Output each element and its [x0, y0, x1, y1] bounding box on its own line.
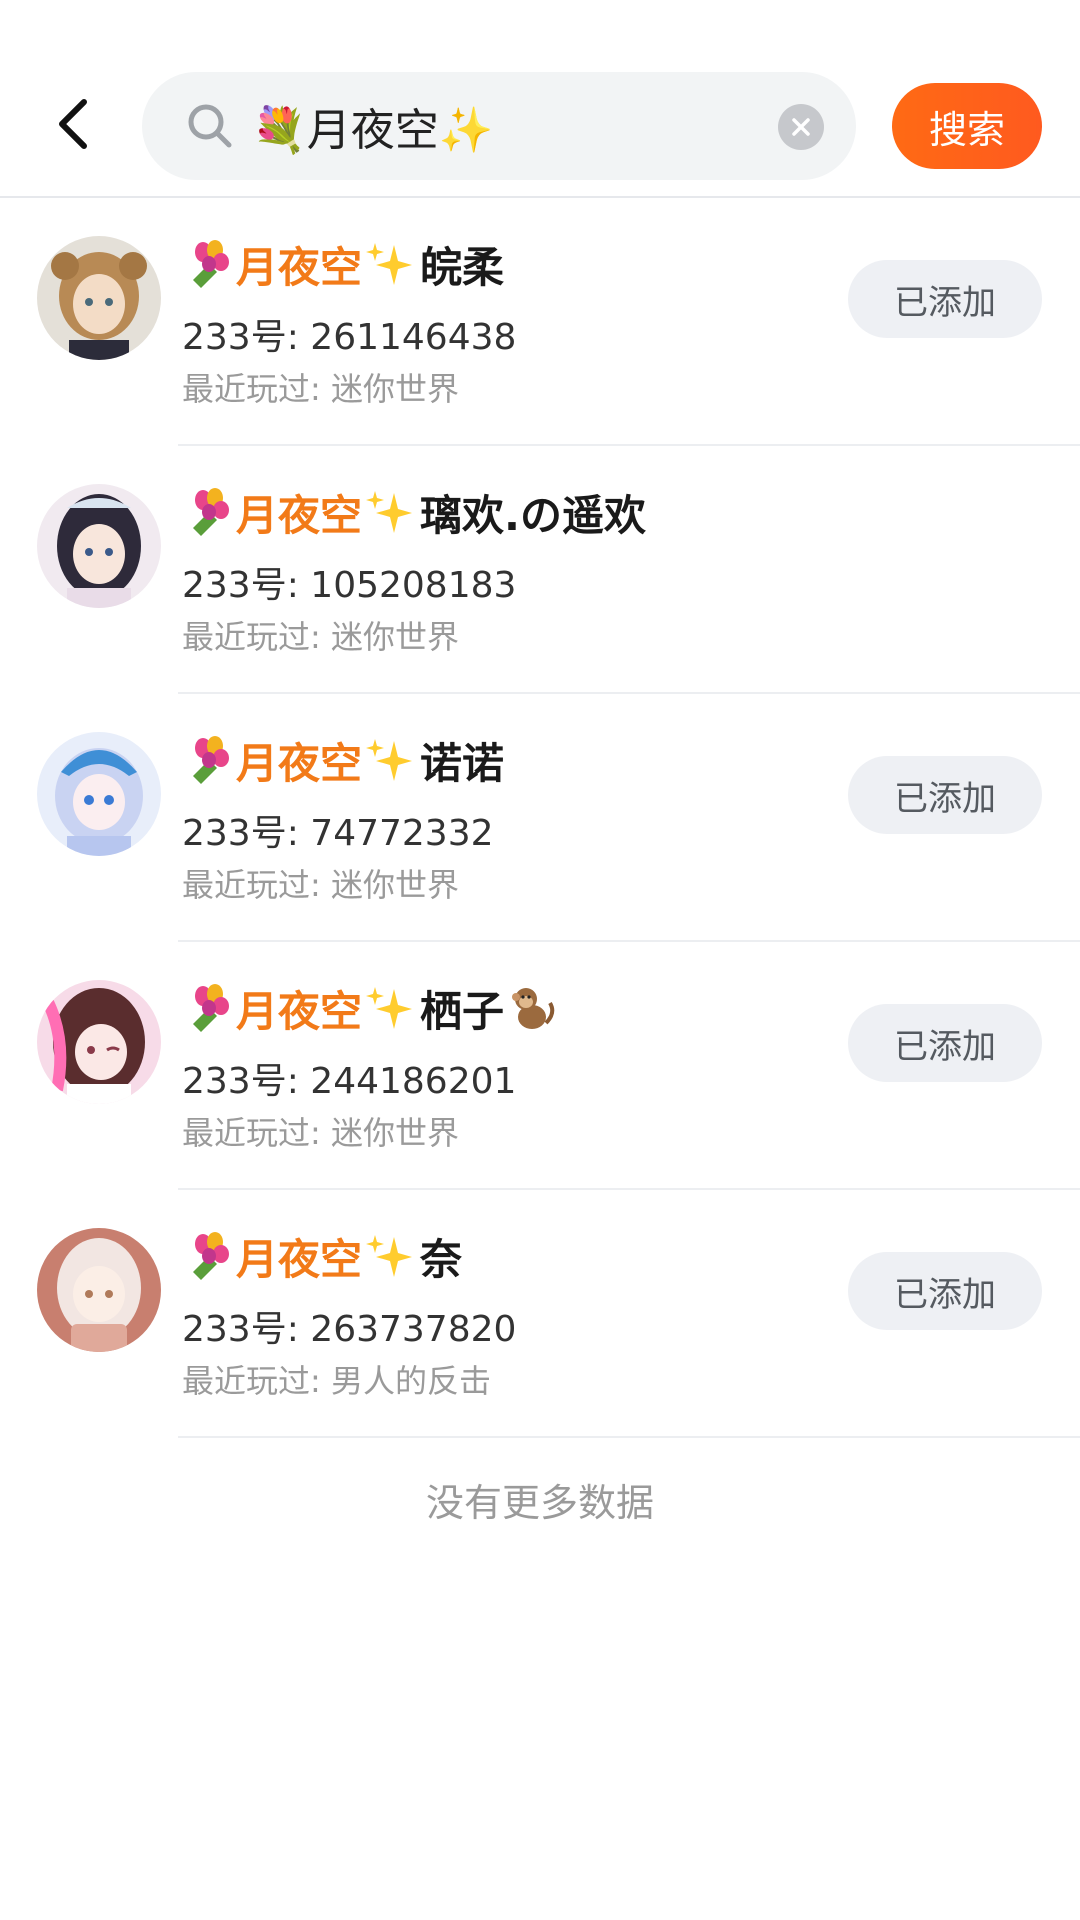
clear-search-button[interactable]	[778, 104, 824, 150]
user-name: 月夜空 皖柔	[182, 234, 504, 294]
user-name-rest: 栖子	[420, 986, 505, 1036]
user-id: 233号: 263737820	[182, 1309, 517, 1350]
added-button[interactable]: 已添加	[848, 260, 1042, 338]
sparkles-icon	[362, 237, 416, 291]
keyword-highlight: 月夜空	[236, 1234, 363, 1284]
user-id: 233号: 105208183	[182, 565, 517, 606]
search-box[interactable]	[142, 72, 856, 180]
search-header: 搜索	[0, 0, 1080, 198]
no-more-data-text: 没有更多数据	[425, 1481, 654, 1525]
recently-played: 最近玩过: 迷你世界	[182, 370, 459, 408]
avatar[interactable]	[37, 1228, 161, 1352]
user-name-rest: 诺诺	[420, 738, 505, 788]
sparkles-icon	[362, 485, 416, 539]
chevron-left-icon	[59, 99, 87, 149]
recently-played: 最近玩过: 迷你世界	[182, 1114, 459, 1152]
avatar[interactable]	[37, 980, 161, 1104]
user-name: 月夜空 诺诺	[182, 730, 504, 790]
list-item[interactable]: 月夜空 皖柔 233号: 261146438 最近玩过: 迷你世界 已添加	[0, 198, 1080, 446]
sparkles-icon	[362, 981, 416, 1035]
keyword-highlight: 月夜空	[236, 242, 363, 292]
recently-played: 最近玩过: 迷你世界	[182, 866, 459, 904]
avatar[interactable]	[37, 484, 161, 608]
user-id: 233号: 261146438	[182, 317, 517, 358]
user-id: 233号: 244186201	[182, 1061, 517, 1102]
search-button[interactable]: 搜索	[892, 83, 1042, 169]
keyword-highlight: 月夜空	[236, 490, 363, 540]
list-item[interactable]: 月夜空 奈 233号: 263737820 最近玩过: 男人的反击 已添加	[0, 1190, 1080, 1438]
avatar[interactable]	[37, 236, 161, 360]
added-button[interactable]: 已添加	[848, 756, 1042, 834]
user-name-rest: 璃欢.の遥欢	[420, 490, 646, 540]
sparkles-icon	[362, 733, 416, 787]
result-list: 月夜空 皖柔 233号: 261146438 最近玩过: 迷你世界 已添加 月夜…	[0, 198, 1080, 1438]
sparkles-icon	[362, 1229, 416, 1283]
monkey-icon	[504, 981, 558, 1035]
user-id: 233号: 74772332	[182, 813, 494, 854]
user-name-rest: 奈	[420, 1234, 463, 1284]
bouquet-icon	[182, 733, 236, 787]
clear-icon	[792, 118, 810, 136]
recently-played: 最近玩过: 男人的反击	[182, 1362, 491, 1400]
back-button[interactable]	[40, 90, 108, 158]
bouquet-icon	[182, 981, 236, 1035]
user-name: 月夜空 奈	[182, 1226, 462, 1286]
user-name-rest: 皖柔	[420, 242, 505, 292]
bouquet-icon	[182, 1229, 236, 1283]
bouquet-icon	[182, 485, 236, 539]
divider	[178, 1436, 1080, 1438]
search-input[interactable]	[252, 91, 742, 161]
user-name: 月夜空 璃欢.の遥欢	[182, 482, 646, 542]
bouquet-icon	[182, 237, 236, 291]
added-button[interactable]: 已添加	[848, 1252, 1042, 1330]
user-name: 月夜空 栖子	[182, 978, 558, 1038]
keyword-highlight: 月夜空	[236, 738, 363, 788]
list-item[interactable]: 月夜空 栖子 233号: 244186201 最近玩过: 迷你世界 已添加	[0, 942, 1080, 1190]
recently-played: 最近玩过: 迷你世界	[182, 618, 459, 656]
avatar[interactable]	[37, 732, 161, 856]
search-icon	[186, 102, 234, 150]
list-item[interactable]: 月夜空 诺诺 233号: 74772332 最近玩过: 迷你世界 已添加	[0, 694, 1080, 942]
added-button[interactable]: 已添加	[848, 1004, 1042, 1082]
keyword-highlight: 月夜空	[236, 986, 363, 1036]
list-item[interactable]: 月夜空 璃欢.の遥欢 233号: 105208183 最近玩过: 迷你世界	[0, 446, 1080, 694]
